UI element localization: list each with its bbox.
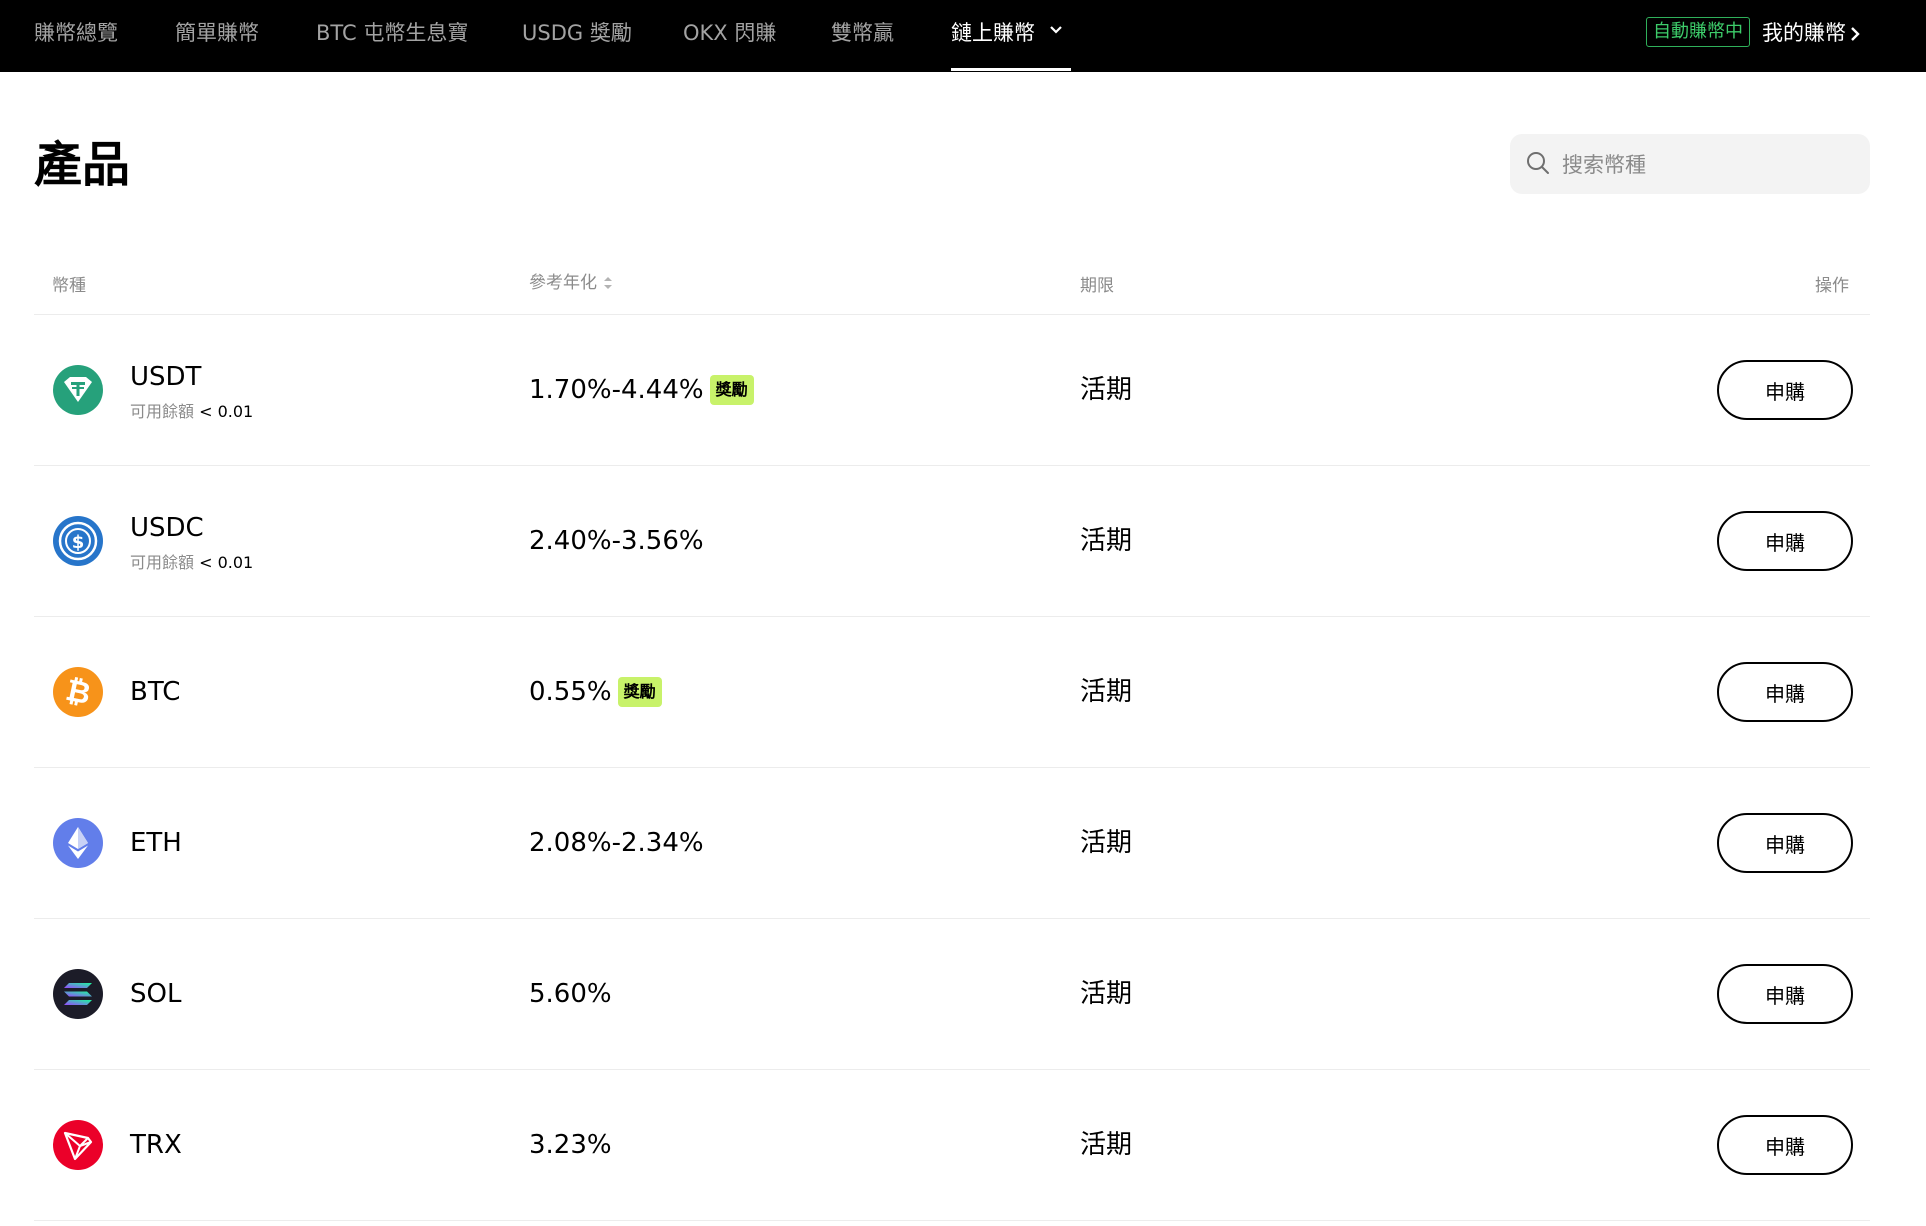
chevron-right-icon — [1851, 27, 1860, 41]
term-value: 活期 — [1080, 828, 1133, 858]
coin-name: BTC — [130, 677, 181, 707]
apy-text: 5.60% — [529, 979, 612, 1009]
coin-name: SOL — [130, 979, 182, 1009]
top-nav: 賺幣總覽 簡單賺幣 BTC 屯幣生息寶 USDG 獎勵 OKX 閃賺 雙幣贏 鏈… — [0, 0, 1926, 72]
apy-text: 1.70%-4.44% — [529, 375, 704, 405]
page-title: 產品 — [34, 137, 131, 193]
search-box[interactable] — [1510, 134, 1870, 196]
tab-earn-overview[interactable]: 賺幣總覽 — [34, 0, 118, 72]
search-input[interactable] — [1560, 134, 1854, 196]
apy-value: 1.70%-4.44% 獎勵 — [529, 372, 754, 408]
coin-name: USDC — [130, 513, 204, 543]
header-apy-label: 參考年化 — [529, 273, 597, 293]
term-value: 活期 — [1080, 375, 1133, 405]
subscribe-button[interactable]: 申購 — [1717, 662, 1853, 722]
term-value: 活期 — [1080, 979, 1133, 1009]
chevron-down-icon — [1050, 26, 1062, 34]
apy-text: 2.40%-3.56% — [529, 526, 704, 556]
coin-balance: 可用餘額 < 0.01 — [130, 552, 253, 574]
table-row: $ USDC 可用餘額 < 0.01 2.40%-3.56% 活期 申購 — [34, 466, 1870, 616]
header-coin: 幣種 — [52, 276, 86, 296]
apy-value: 5.60% — [529, 976, 612, 1012]
trx-icon — [53, 1120, 103, 1170]
balance-value: < 0.01 — [199, 553, 254, 572]
header-apy[interactable]: 參考年化 — [529, 271, 613, 295]
header-term: 期限 — [1080, 276, 1114, 296]
row-divider — [34, 1220, 1870, 1221]
balance-label: 可用餘額 — [130, 402, 195, 421]
bonus-badge: 獎勵 — [709, 375, 754, 405]
coin-name: USDT — [130, 362, 202, 392]
coin-name: ETH — [130, 828, 182, 858]
tab-dual-investment[interactable]: 雙幣贏 — [831, 0, 894, 72]
my-earn-label: 我的賺幣 — [1762, 21, 1846, 45]
subscribe-button[interactable]: 申購 — [1717, 511, 1853, 571]
apy-text: 3.23% — [529, 1130, 612, 1160]
svg-text:$: $ — [72, 532, 85, 553]
apy-value: 0.55% 獎勵 — [529, 674, 662, 710]
tab-usdg-rewards[interactable]: USDG 獎勵 — [522, 0, 632, 72]
sol-icon — [53, 969, 103, 1019]
apy-text: 2.08%-2.34% — [529, 828, 704, 858]
btc-icon: ₿ — [53, 667, 103, 717]
bonus-badge: 獎勵 — [617, 677, 662, 707]
balance-label: 可用餘額 — [130, 553, 195, 572]
subscribe-button[interactable]: 申購 — [1717, 360, 1853, 420]
tab-btc-savings[interactable]: BTC 屯幣生息寶 — [316, 0, 468, 72]
search-icon — [1527, 152, 1549, 174]
apy-text: 0.55% — [529, 677, 612, 707]
tab-simple-earn[interactable]: 簡單賺幣 — [175, 0, 259, 72]
apy-value: 2.08%-2.34% — [529, 825, 704, 861]
coin-balance: 可用餘額 < 0.01 — [130, 401, 253, 423]
subscribe-button[interactable]: 申購 — [1717, 964, 1853, 1024]
term-value: 活期 — [1080, 677, 1133, 707]
balance-value: < 0.01 — [199, 402, 254, 421]
eth-icon — [53, 818, 103, 868]
auto-earn-badge: 自動賺幣中 — [1646, 17, 1750, 47]
header-action: 操作 — [1815, 276, 1849, 296]
sort-icon — [604, 277, 612, 289]
subscribe-button[interactable]: 申購 — [1717, 813, 1853, 873]
term-value: 活期 — [1080, 1130, 1133, 1160]
my-earn-link[interactable]: 我的賺幣 — [1762, 0, 1860, 66]
table-row: ₿ BTC 0.55% 獎勵 活期 申購 — [34, 617, 1870, 767]
tab-okx-flash-earn[interactable]: OKX 閃賺 — [683, 0, 776, 72]
usdt-icon — [53, 365, 103, 415]
usdc-icon: $ — [53, 516, 103, 566]
table-row: ETH 2.08%-2.34% 活期 申購 — [34, 768, 1870, 918]
coin-name: TRX — [130, 1130, 182, 1160]
tab-onchain-earn[interactable]: 鏈上賺幣 — [951, 0, 1071, 72]
table-row: SOL 5.60% 活期 申購 — [34, 919, 1870, 1069]
subscribe-button[interactable]: 申購 — [1717, 1115, 1853, 1175]
tab-onchain-earn-label: 鏈上賺幣 — [951, 21, 1035, 45]
table-row: TRX 3.23% 活期 申購 — [34, 1070, 1870, 1220]
table-row: USDT 可用餘額 < 0.01 1.70%-4.44% 獎勵 活期 申購 — [34, 315, 1870, 465]
term-value: 活期 — [1080, 526, 1133, 556]
apy-value: 2.40%-3.56% — [529, 523, 704, 559]
apy-value: 3.23% — [529, 1127, 612, 1163]
